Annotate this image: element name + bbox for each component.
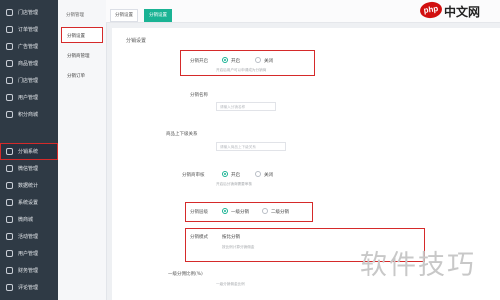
- sidebar-item-label: 系统设置: [18, 200, 39, 206]
- relation-label: 商品上下级关系: [166, 132, 198, 137]
- logo-php: php: [418, 0, 444, 20]
- sidebar-item-label: 数据统计: [18, 183, 39, 189]
- shop-icon: [6, 77, 13, 84]
- sidebar-item-ads[interactable]: 广告管理: [0, 38, 58, 55]
- user-icon: [6, 94, 13, 101]
- level-two-radio[interactable]: [262, 208, 268, 214]
- wechat-icon: [6, 165, 13, 172]
- settings-icon: [6, 199, 13, 206]
- finance-icon: [6, 267, 13, 274]
- sidebar-item-wechat[interactable]: 微信管理: [0, 160, 58, 177]
- audit-off-label: 关闭: [264, 173, 273, 178]
- sidebar-item-finance[interactable]: 财务管理: [0, 262, 58, 279]
- sidebar-item-label: 门店管理: [18, 10, 39, 16]
- sidebar-item-label: 广告管理: [18, 44, 39, 50]
- sidebar-item-label: 积分商城: [18, 112, 39, 118]
- product-icon: [6, 60, 13, 67]
- watermark: 软件技巧: [360, 250, 476, 281]
- sidebar-item-stats[interactable]: 数据统计: [0, 177, 58, 194]
- subnav-item-label: 分销商管理: [67, 54, 90, 59]
- ad-icon: [6, 43, 13, 50]
- sidebar-item-points[interactable]: 积分商城: [0, 106, 58, 123]
- switch-on-label: 开启: [231, 59, 240, 64]
- stats-icon: [6, 182, 13, 189]
- tab-settings[interactable]: 分销设置: [110, 9, 138, 22]
- name-placeholder: 请输入分销名称: [220, 105, 246, 109]
- distribution-icon: [6, 148, 13, 155]
- level-label: 分销层级: [190, 210, 208, 215]
- mode-label: 分销模式: [190, 235, 208, 240]
- sidebar-item-label: 活动管理: [18, 234, 39, 240]
- level-one-label: 一级分销: [231, 210, 249, 215]
- subnav-item-label: 分销设置: [67, 34, 85, 39]
- order-icon: [6, 26, 13, 33]
- sidebar-item-label: 分销系统: [18, 149, 39, 155]
- sidebar-item-label: 财务管理: [18, 268, 39, 274]
- switch-on-radio[interactable]: [222, 57, 228, 63]
- subnav-item-label: 分销订单: [67, 74, 85, 79]
- name-label: 分销名称: [190, 93, 208, 98]
- sidebar-item-products[interactable]: 商品管理: [0, 55, 58, 72]
- sidebar-item-label: 微商城: [18, 217, 34, 223]
- activity-icon: [6, 233, 13, 240]
- mode-value: 按比分销: [222, 235, 240, 240]
- site-logo: php 中文网: [418, 0, 500, 22]
- audit-on-radio[interactable]: [222, 171, 228, 177]
- sidebar-item-label: 用户管理: [18, 251, 39, 257]
- sidebar-item-label: 门店管理: [18, 78, 39, 84]
- sidebar-item-settings[interactable]: 系统设置: [0, 194, 58, 211]
- sidebar-item-label: 微信管理: [18, 166, 39, 172]
- points-icon: [6, 111, 13, 118]
- sidebar-item-label: 评论管理: [18, 285, 39, 291]
- sidebar-item-label: 用户管理: [18, 95, 39, 101]
- audit-hint: 开启后分销商需要审核: [216, 182, 252, 186]
- sidebar: 门店管理 订单管理 广告管理 商品管理 门店管理 用户管理 积分商城 分销系统 …: [0, 0, 58, 300]
- logo-text: 中文网: [444, 5, 481, 19]
- sidebar-item-activity[interactable]: 活动管理: [0, 228, 58, 245]
- level-two-label: 二级分销: [271, 210, 289, 215]
- sidebar-item-store[interactable]: 门店管理: [0, 4, 58, 21]
- subnav-item-distributors[interactable]: 分销商管理: [62, 48, 102, 62]
- subnav-item-settings[interactable]: 分销设置: [61, 27, 103, 43]
- relation-placeholder: 请输入商品上下级关系: [220, 145, 256, 149]
- audit-label: 分销商审核: [182, 173, 205, 178]
- ratio-hint: 一级分销佣金比例: [216, 282, 245, 286]
- sidebar-item-distribution[interactable]: 分销系统: [0, 143, 58, 160]
- sidebar-item-users[interactable]: 用户管理: [0, 89, 58, 106]
- ratio-label: 一级分佣比例(%): [168, 272, 203, 277]
- switch-label: 分销开启: [190, 59, 208, 64]
- sidebar-item-orders[interactable]: 订单管理: [0, 21, 58, 38]
- users-icon: [6, 250, 13, 257]
- sidebar-item-shops[interactable]: 门店管理: [0, 72, 58, 89]
- level-one-radio[interactable]: [222, 208, 228, 214]
- switch-off-label: 关闭: [264, 59, 273, 64]
- name-input[interactable]: 请输入分销名称: [216, 102, 276, 111]
- audit-off-radio[interactable]: [255, 171, 261, 177]
- comment-icon: [6, 284, 13, 291]
- sub-navigation: 分销管理 分销设置 分销商管理 分销订单: [58, 0, 107, 300]
- sidebar-item-label: 订单管理: [18, 27, 39, 33]
- switch-hint: 开启后用户可以申请成为分销商: [216, 68, 267, 72]
- switch-off-radio[interactable]: [255, 57, 261, 63]
- page-title: 分销设置: [126, 38, 147, 44]
- sidebar-item-label: 商品管理: [18, 61, 39, 67]
- relation-input[interactable]: 请输入商品上下级关系: [216, 142, 286, 151]
- audit-on-label: 开启: [231, 173, 240, 178]
- subnav-item-orders[interactable]: 分销订单: [62, 68, 102, 82]
- sidebar-item-mall[interactable]: 微商城: [0, 211, 58, 228]
- sidebar-item-users-2[interactable]: 用户管理: [0, 245, 58, 262]
- sidebar-item-comments[interactable]: 评论管理: [0, 279, 58, 296]
- store-icon: [6, 9, 13, 16]
- tab-settings-active[interactable]: 分销设置: [144, 9, 172, 22]
- subnav-header: 分销管理: [66, 13, 84, 18]
- mall-icon: [6, 216, 13, 223]
- mode-hint: 按比例计算分销佣金: [222, 245, 255, 249]
